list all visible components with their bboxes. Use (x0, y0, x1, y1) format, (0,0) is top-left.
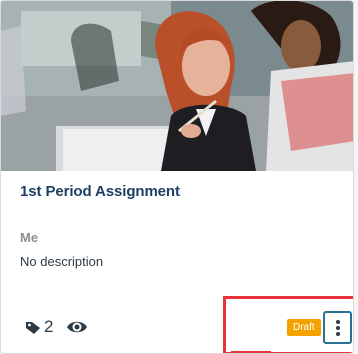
more-options-button[interactable] (323, 311, 352, 344)
tag-count: 2 (44, 317, 54, 336)
tag-icon (26, 322, 40, 334)
card-thumbnail[interactable] (1, 1, 353, 171)
card-description: No description (20, 254, 104, 269)
thumbnail-image (1, 1, 353, 171)
card-author: Me (20, 230, 39, 245)
tag-count-group: 2 (25, 317, 53, 337)
assignment-card[interactable]: 1st Period Assignment Me No description … (0, 0, 354, 354)
eye-icon (67, 321, 87, 333)
card-title[interactable]: 1st Period Assignment (20, 183, 180, 200)
status-badge: Draft (287, 319, 321, 336)
kebab-menu-icon (335, 319, 340, 336)
